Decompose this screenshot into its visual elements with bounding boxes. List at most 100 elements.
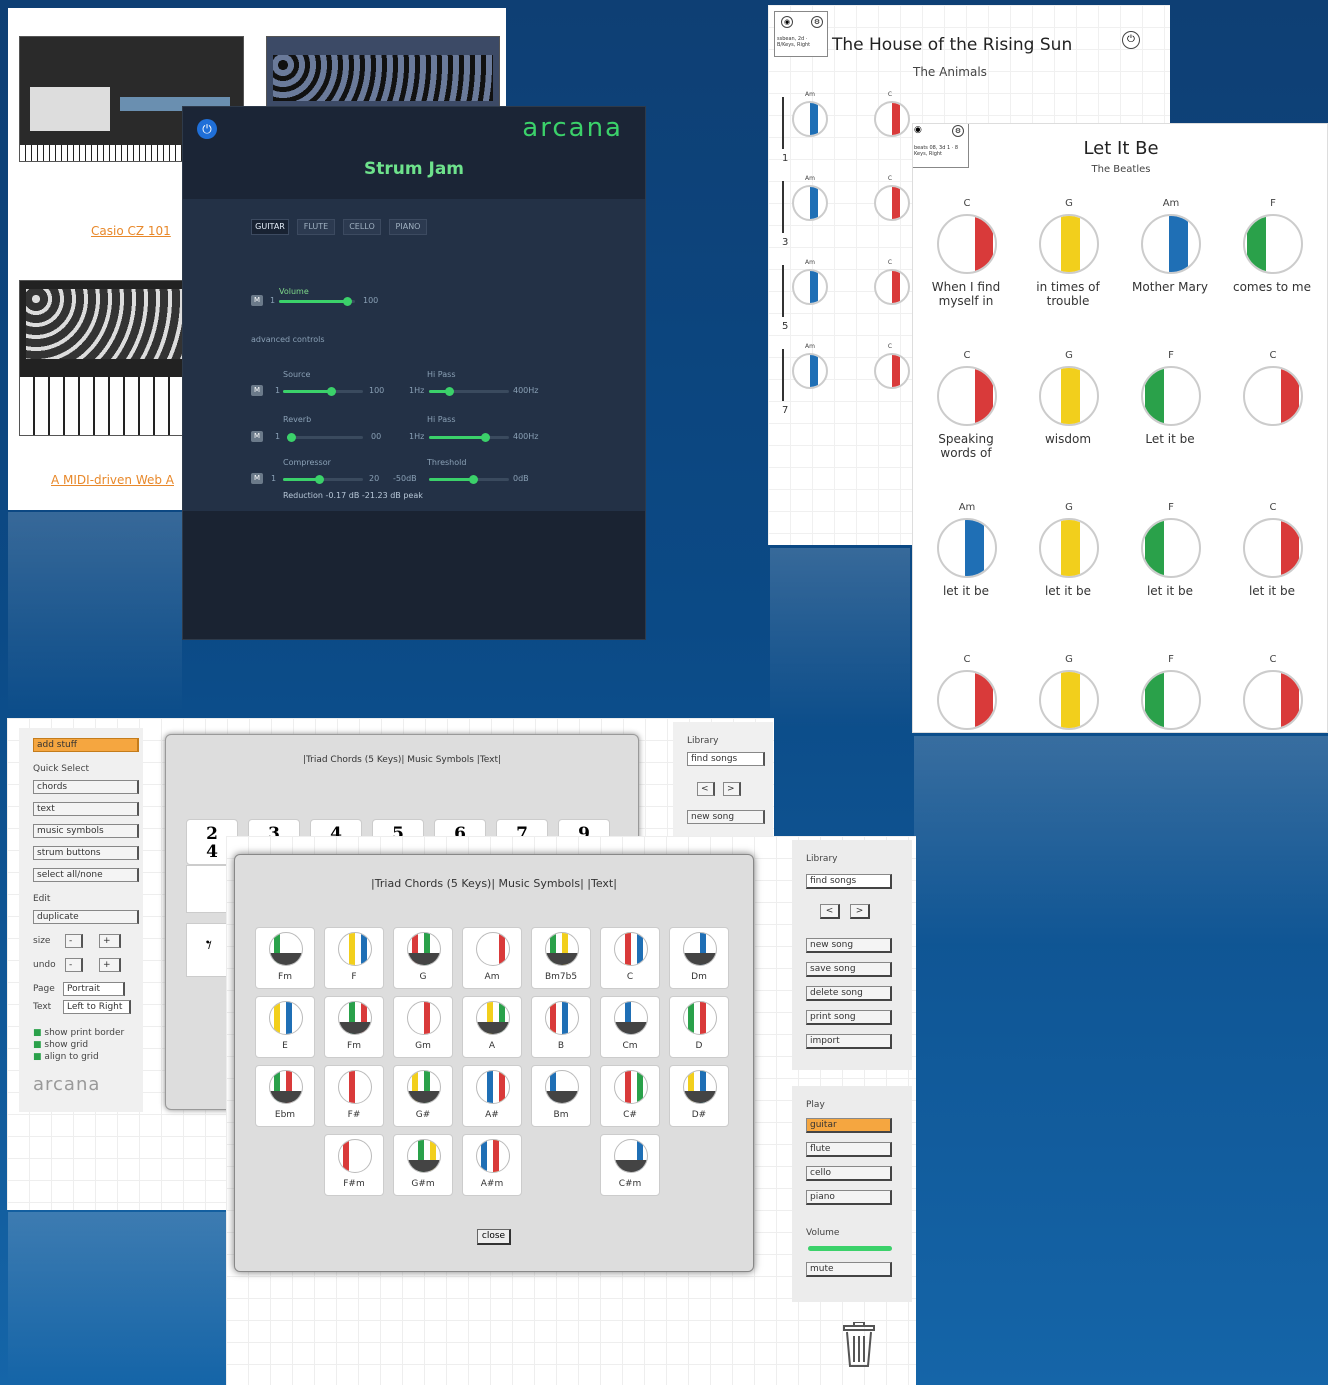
chord-wheel[interactable] — [792, 269, 828, 305]
chord-tile[interactable]: Gm — [393, 996, 453, 1058]
duplicate-button[interactable]: duplicate — [33, 910, 139, 924]
chord-wheel[interactable] — [792, 101, 828, 137]
cello-button[interactable]: cello — [806, 1166, 892, 1181]
find-songs-input[interactable]: find songs — [806, 874, 892, 889]
chord-wheel[interactable] — [1243, 366, 1303, 426]
slider-knob[interactable] — [343, 297, 353, 306]
chord-tile[interactable]: D# — [669, 1065, 729, 1127]
chord-wheel[interactable] — [792, 353, 828, 389]
slider-knob[interactable] — [469, 475, 478, 484]
select-text[interactable]: text — [33, 802, 139, 816]
chord-tile[interactable]: F — [324, 927, 384, 989]
chord-tile[interactable]: A#m — [462, 1134, 522, 1196]
tab-music-symbols[interactable]: Music Symbols — [499, 877, 581, 890]
tab-triad-chords[interactable]: Triad Chords (5 Keys) — [375, 877, 492, 890]
chord-wheel[interactable] — [1141, 366, 1201, 426]
mute-source[interactable]: M — [251, 385, 263, 396]
chord-wheel[interactable] — [1039, 670, 1099, 730]
chord-tile[interactable]: E — [255, 996, 315, 1058]
chord-tile[interactable]: A — [462, 996, 522, 1058]
chord-wheel[interactable] — [937, 518, 997, 578]
chord-wheel[interactable] — [937, 670, 997, 730]
chord-wheel[interactable] — [874, 101, 910, 137]
trash-icon[interactable] — [842, 1321, 876, 1368]
source-slider[interactable] — [283, 387, 363, 396]
chord-tile[interactable]: A# — [462, 1065, 522, 1127]
power-icon[interactable]: ⏻ — [1122, 31, 1140, 49]
find-songs-back[interactable]: find songs — [687, 752, 765, 766]
chord-wheel[interactable] — [792, 185, 828, 221]
close-button[interactable]: close — [477, 1229, 511, 1245]
chord-tile[interactable]: Dm — [669, 927, 729, 989]
threshold-slider[interactable] — [429, 475, 509, 484]
select-music-symbols[interactable]: music symbols — [33, 824, 139, 838]
show-print-border[interactable]: ■ show print border — [33, 1028, 124, 1038]
text-dir-select[interactable]: Left to Right — [63, 1000, 131, 1014]
undo-plus[interactable]: + — [99, 958, 121, 972]
page-select[interactable]: Portrait — [63, 982, 125, 996]
chord-tile[interactable]: Ebm — [255, 1065, 315, 1127]
chord-wheel[interactable] — [937, 214, 997, 274]
save-song-button[interactable]: save song — [806, 962, 892, 977]
chord-wheel[interactable] — [874, 269, 910, 305]
tab-piano[interactable]: PIANO — [389, 219, 427, 235]
slider-knob[interactable] — [315, 475, 324, 484]
import-button[interactable]: import — [806, 1034, 892, 1049]
chord-wheel[interactable] — [1141, 214, 1201, 274]
chord-tile[interactable]: Bm7b5 — [531, 927, 591, 989]
mute-compressor[interactable]: M — [251, 473, 263, 484]
link-casio[interactable]: Casio CZ 101 — [91, 224, 171, 238]
mute-button[interactable]: mute — [806, 1262, 892, 1277]
next-button[interactable]: > — [850, 904, 870, 919]
settings-icon[interactable]: ⚙ — [952, 125, 964, 137]
reverb-slider[interactable] — [286, 433, 363, 442]
next-back[interactable]: > — [723, 782, 741, 796]
show-grid[interactable]: ■ show grid — [33, 1040, 88, 1050]
prev-button[interactable]: < — [820, 904, 840, 919]
size-plus[interactable]: + — [99, 934, 121, 948]
hipass-slider[interactable] — [429, 387, 509, 396]
symbol-tabs[interactable]: |Triad Chords (5 Keys)| Music Symbols |T… — [166, 755, 638, 765]
slider-knob[interactable] — [481, 433, 490, 442]
chord-wheel[interactable] — [1243, 214, 1303, 274]
tab-text[interactable]: Text — [591, 877, 613, 890]
flute-button[interactable]: flute — [806, 1142, 892, 1157]
rewind-icon[interactable]: ◉ — [781, 16, 793, 28]
size-minus[interactable]: - — [65, 934, 83, 948]
delete-song-button[interactable]: delete song — [806, 986, 892, 1001]
mute-button[interactable]: M — [251, 295, 263, 306]
chord-wheel[interactable] — [1243, 670, 1303, 730]
chord-tile[interactable]: Fm — [324, 996, 384, 1058]
link-midi[interactable]: A MIDI-driven Web A — [51, 473, 174, 487]
chord-wheel[interactable] — [1141, 670, 1201, 730]
select-chords[interactable]: chords — [33, 780, 139, 794]
chord-wheel[interactable] — [1243, 518, 1303, 578]
midi-synth-image[interactable] — [19, 280, 189, 436]
chord-tile[interactable]: F# — [324, 1065, 384, 1127]
select-strum-buttons[interactable]: strum buttons — [33, 846, 139, 860]
advanced-controls[interactable]: advanced controls — [251, 335, 325, 344]
print-song-button[interactable]: print song — [806, 1010, 892, 1025]
chord-wheel[interactable] — [937, 366, 997, 426]
align-to-grid[interactable]: ■ align to grid — [33, 1052, 99, 1062]
song-settings-box[interactable]: ◉ ⚙ ssbean, 2d · B/Keys, Right — [774, 11, 828, 57]
piano-button[interactable]: piano — [806, 1190, 892, 1205]
new-song-back[interactable]: new song — [687, 810, 765, 824]
slider-knob[interactable] — [445, 387, 454, 396]
power-icon[interactable]: ⏻ — [197, 119, 217, 139]
chord-tile[interactable]: C# — [600, 1065, 660, 1127]
volume-slider[interactable] — [808, 1246, 892, 1251]
undo-minus[interactable]: - — [65, 958, 83, 972]
hipass2-slider[interactable] — [429, 433, 509, 442]
guitar-button[interactable]: guitar — [806, 1118, 892, 1133]
chord-tile[interactable]: Cm — [600, 996, 660, 1058]
chord-tile[interactable]: C#m — [600, 1134, 660, 1196]
rewind-icon[interactable]: ◉ — [914, 125, 926, 137]
slider-knob[interactable] — [327, 387, 336, 396]
chord-tile[interactable]: G# — [393, 1065, 453, 1127]
chord-wheel[interactable] — [874, 353, 910, 389]
chord-tile[interactable]: Am — [462, 927, 522, 989]
prev-back[interactable]: < — [697, 782, 715, 796]
chord-tile[interactable]: Bm — [531, 1065, 591, 1127]
chord-wheel[interactable] — [874, 185, 910, 221]
